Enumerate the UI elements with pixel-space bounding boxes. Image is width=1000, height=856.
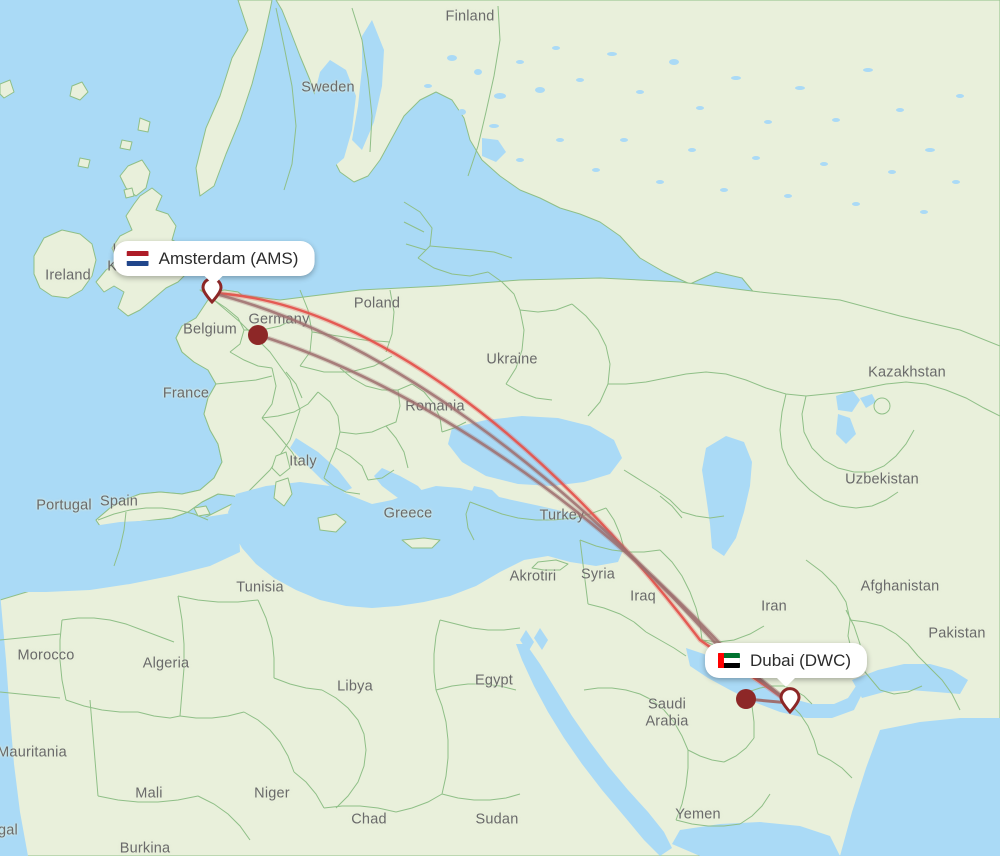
route-1[interactable] (210, 291, 792, 705)
netherlands-flag (126, 251, 149, 266)
united-arab-emirates-flag (717, 653, 740, 668)
destination-airport-label: Dubai (DWC) (749, 651, 852, 670)
marker-stop-germany[interactable] (248, 325, 268, 345)
destination-airport-callout[interactable]: Dubai (DWC) (704, 643, 868, 687)
flight-routes-layer (209, 290, 793, 706)
marker-origin-amsterdam[interactable] (201, 277, 223, 305)
origin-airport-label: Amsterdam (AMS) (158, 249, 299, 268)
flight-route-map[interactable]: .land{fill:#e9f0db;stroke:#8fbf87;stroke… (0, 0, 1000, 856)
marker-destination-dubai[interactable] (779, 687, 801, 715)
origin-airport-callout[interactable]: Amsterdam (AMS) (113, 241, 315, 285)
marker-stop-qatar[interactable] (736, 689, 756, 709)
